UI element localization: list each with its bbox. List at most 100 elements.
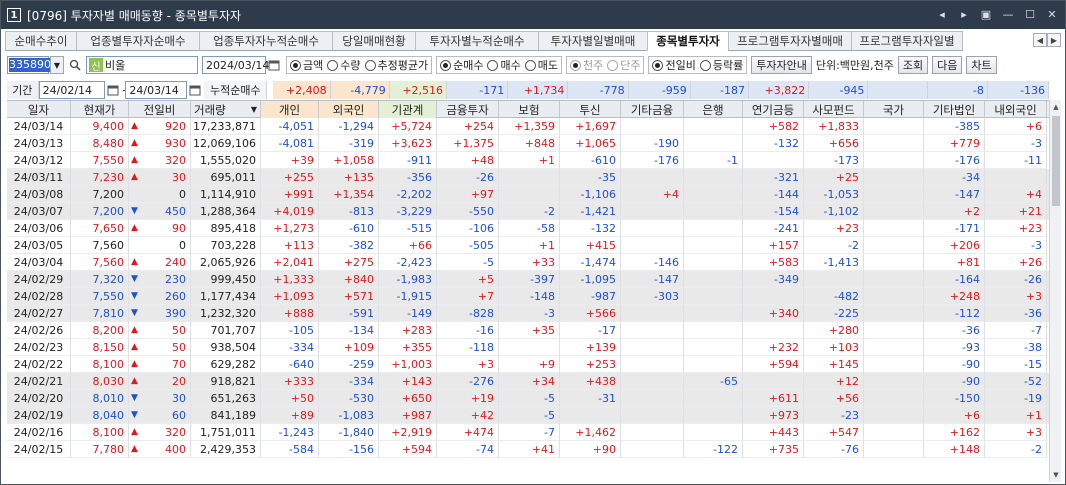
table-row[interactable]: 24/02/15 7,780 ▲ 400 2,429,353 -584 -156 +594 -7… — [7, 441, 1049, 458]
tab-9[interactable]: 프로그램투자자일별 — [851, 31, 963, 51]
column-header[interactable]: 거래량 ▼ — [191, 101, 261, 118]
calendar-icon[interactable] — [266, 57, 282, 73]
column-header[interactable]: 연기금등 — [743, 101, 804, 118]
scroll-up-icon[interactable]: ▲ — [1050, 100, 1062, 114]
tab-6[interactable]: 투자자별일별매매 — [538, 31, 648, 51]
period-from-input[interactable]: 24/02/14 — [38, 81, 105, 99]
table-row[interactable]: 24/03/13 8,480 ▲ 930 12,069,106 -4,081 -319 +3,… — [7, 135, 1049, 152]
radio-button-icon[interactable] — [364, 59, 376, 71]
next-button[interactable]: 다음 — [932, 56, 963, 74]
tab-5[interactable]: 투자자별누적순매수 — [415, 31, 539, 51]
radio-button-icon[interactable] — [652, 59, 664, 71]
investor-guide-button[interactable]: 투자자안내 — [751, 56, 812, 74]
column-header[interactable]: 기타금융 — [621, 101, 684, 118]
table-cell — [743, 152, 804, 169]
tab-4[interactable]: 당일매매현황 — [332, 31, 416, 51]
calendar-to-icon[interactable] — [187, 82, 203, 98]
radio2-option-3[interactable]: 매도 — [524, 57, 558, 73]
tab-left-icon[interactable]: ◀ — [1033, 33, 1047, 47]
column-header[interactable]: 개인 — [261, 101, 319, 118]
table-row[interactable]: 24/02/26 8,200 ▲ 50 701,707 -105 -134 +283 -16 +3… — [7, 322, 1049, 339]
close-icon[interactable]: ✕ — [1045, 7, 1059, 21]
table-row[interactable]: 24/03/08 7,200 0 1,114,910 +991 +1,354 -2,202 +… — [7, 186, 1049, 203]
change-value: 450 — [165, 204, 186, 218]
stock-code-input[interactable]: 335890 — [7, 56, 51, 74]
column-header[interactable]: 기관계 — [379, 101, 437, 118]
radio4-option-2[interactable]: 등락률 — [699, 57, 743, 73]
radio-button-icon[interactable] — [440, 59, 452, 71]
tab-3[interactable]: 업종투자자누적순매수 — [199, 31, 333, 51]
table-row[interactable]: 24/03/06 7,650 ▲ 90 895,418 +1,273 -610 -515 -10… — [7, 220, 1049, 237]
tab-1[interactable]: 순매수추이 — [5, 31, 77, 51]
radio1-option-2[interactable]: 수량 — [327, 57, 361, 73]
change-value: 60 — [172, 408, 186, 422]
tab-8[interactable]: 프로그램투자자별매매 — [728, 31, 852, 51]
sort-dropdown-icon[interactable]: ▼ — [251, 105, 257, 114]
column-header[interactable]: 투신 — [560, 101, 621, 118]
radio-button-icon[interactable] — [524, 59, 536, 71]
screen-icon[interactable]: ▣ — [979, 7, 993, 21]
radio-button-icon[interactable] — [607, 59, 619, 71]
minimize-icon[interactable]: — — [1001, 7, 1015, 21]
radio1-option-3[interactable]: 추정평균가 — [364, 57, 428, 73]
table-row[interactable]: 24/02/22 8,100 ▲ 70 629,282 -640 -259 +1,003 +3 +… — [7, 356, 1049, 373]
column-header[interactable]: 내외국인 — [985, 101, 1047, 118]
table-cell: ▲ 20 — [129, 373, 191, 390]
table-row[interactable]: 24/02/21 8,030 ▲ 20 918,821 +333 -334 +143 -276 +… — [7, 373, 1049, 390]
column-header[interactable]: 국가 — [864, 101, 924, 118]
table-row[interactable]: 24/02/20 8,010 ▼ 30 651,263 +50 -530 +650 +19 -5-… — [7, 390, 1049, 407]
vertical-scrollbar[interactable]: ▲ ▼ — [1049, 100, 1061, 482]
prev-window-icon[interactable]: ◂ — [935, 7, 949, 21]
down-arrow-icon: ▼ — [131, 393, 138, 403]
column-header[interactable]: 금융투자 — [437, 101, 499, 118]
table-row[interactable]: 24/03/07 7,200 ▼ 450 1,288,364 +4,019 -813 -3,2… — [7, 203, 1049, 220]
radio3-option-2[interactable]: 단주 — [607, 57, 640, 73]
radio3-option-1[interactable]: 천주 — [569, 57, 603, 73]
table-row[interactable]: 24/02/16 8,100 ▲ 320 1,751,011 -1,243 -1,840 +2… — [7, 424, 1049, 441]
column-header[interactable]: 은행 — [684, 101, 743, 118]
column-header[interactable]: 보험 — [499, 101, 560, 118]
period-to-input[interactable]: 24/03/14 — [125, 81, 188, 99]
table-row[interactable]: 24/03/12 7,550 ▲ 320 1,555,020 +39 +1,058 -911 +… — [7, 152, 1049, 169]
table-row[interactable]: 24/03/05 7,560 0 703,228 +113 -382 +66 -505 +1 +4… — [7, 237, 1049, 254]
table-row[interactable]: 24/02/29 7,320 ▼ 230 999,450 +1,333 +840 -1,983… — [7, 271, 1049, 288]
date-input[interactable]: 2024/03/14 — [202, 56, 269, 74]
radio-button-icon[interactable] — [569, 59, 581, 71]
column-header[interactable]: 전일비 — [129, 101, 191, 118]
next-window-icon[interactable]: ▸ — [957, 7, 971, 21]
search-icon[interactable] — [66, 56, 84, 74]
table-row[interactable]: 24/02/28 7,550 ▼ 260 1,177,434 +1,093 +571 -1,9… — [7, 288, 1049, 305]
column-header[interactable]: 일자 — [7, 101, 71, 118]
column-header[interactable]: 사모펀드 — [804, 101, 864, 118]
table-row[interactable]: 24/03/11 7,230 ▲ 30 695,011 +255 +135 -356 -26 -3… — [7, 169, 1049, 186]
column-header[interactable]: 기타법인 — [924, 101, 985, 118]
table-row[interactable]: 24/02/27 7,810 ▼ 390 1,232,320 +888 -591 -149 -8… — [7, 305, 1049, 322]
radio-button-icon[interactable] — [699, 59, 711, 71]
radio2-option-2[interactable]: 매수 — [487, 57, 521, 73]
table-row[interactable]: 24/03/04 7,560 ▲ 240 2,065,926 +2,041 +275 -2,4… — [7, 254, 1049, 271]
chart-button[interactable]: 차트 — [966, 56, 997, 74]
scroll-thumb[interactable] — [1052, 116, 1060, 206]
radio-button-icon[interactable] — [290, 59, 301, 71]
tab-right-icon[interactable]: ▶ — [1047, 33, 1061, 47]
radio1-option-1[interactable]: 금액 — [290, 57, 323, 73]
code-dropdown-icon[interactable]: ▼ — [50, 56, 64, 74]
maximize-icon[interactable]: ☐ — [1023, 7, 1037, 21]
column-header[interactable]: 현재가 — [71, 101, 129, 118]
table-cell: 24/03/13 — [7, 135, 71, 152]
tab-7[interactable]: 종목별투자자 — [647, 31, 729, 51]
radio4-option-1[interactable]: 전일비 — [652, 57, 696, 73]
radio-button-icon[interactable] — [327, 59, 339, 71]
scroll-down-icon[interactable]: ▼ — [1050, 468, 1062, 482]
table-row[interactable]: 24/02/19 8,040 ▼ 60 841,189 +89 -1,083 +987 +42-… — [7, 407, 1049, 424]
radio-button-icon[interactable] — [487, 59, 499, 71]
tab-2[interactable]: 업종별투자자순매수 — [76, 31, 200, 51]
calendar-from-icon[interactable] — [105, 82, 121, 98]
table-cell: 703,228 — [191, 237, 261, 254]
query-button[interactable]: 조회 — [897, 56, 929, 74]
radio-label: 수량 — [340, 59, 361, 72]
column-header[interactable]: 외국인 — [319, 101, 379, 118]
table-row[interactable]: 24/02/23 8,150 ▲ 50 938,504 -334 +109 +355 -118 +… — [7, 339, 1049, 356]
radio2-option-1[interactable]: 순매수 — [440, 57, 483, 73]
table-row[interactable]: 24/03/14 9,400 ▲ 920 17,233,871 -4,051 -1,294 +… — [7, 118, 1049, 135]
